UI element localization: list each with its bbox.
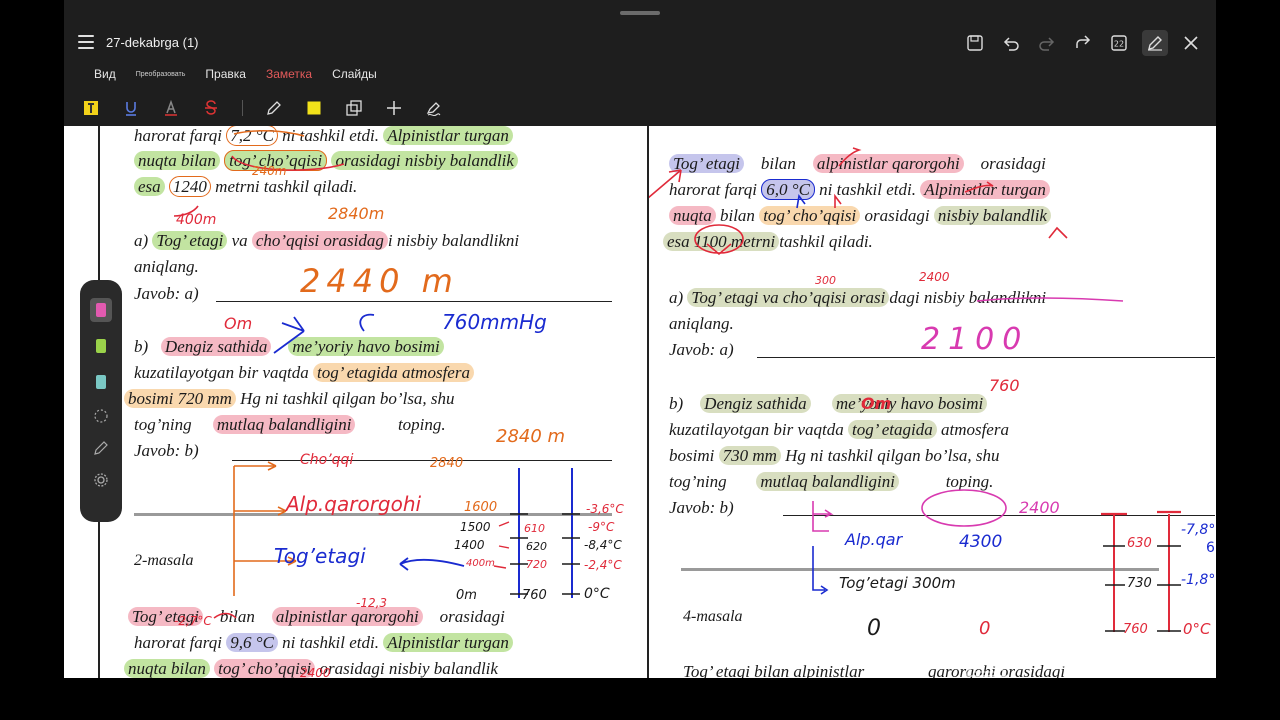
lasso-icon[interactable] (91, 406, 111, 426)
toolbar-separator (242, 100, 243, 116)
highlight-text-icon[interactable] (82, 99, 100, 117)
menu-slides[interactable]: Слайды (332, 67, 377, 81)
right-page[interactable]: Tog’ etagi bilan alpinistlar qarorgohi o… (649, 126, 1216, 678)
temperature-label: -9°C (588, 520, 615, 534)
signature-icon[interactable] (425, 99, 443, 117)
temperature-label: -1,8°C (1181, 572, 1216, 588)
shape-tool-icon[interactable] (345, 99, 363, 117)
menu-edit[interactable]: Правка (205, 67, 246, 81)
pressure-label: 720 (526, 558, 547, 571)
pressure-label: 760 (522, 588, 547, 603)
annotation: 2840 m (496, 426, 566, 447)
pressure-label: 620 (526, 540, 547, 553)
pressure-label: 630 (1127, 536, 1152, 551)
document-title: 27-dekabrga (1) (106, 35, 199, 50)
annotation: 2840m (328, 204, 385, 223)
menu-note[interactable]: Заметка (266, 67, 312, 81)
annotation: 300 (815, 274, 836, 287)
pen-tool-icon[interactable] (265, 99, 283, 117)
annotation: 760mmHg (442, 310, 547, 334)
elevation-label: 4300 (959, 532, 1003, 552)
menu-view[interactable]: Вид (94, 67, 116, 81)
annotation: 2400 (300, 666, 331, 678)
title-actions: 22 (962, 30, 1204, 56)
temperature-label: -2,4°C (584, 558, 622, 572)
answer-a-handwritten: 2440 m (300, 262, 459, 300)
annotation: Om (861, 394, 892, 413)
annotation: 240m (252, 164, 287, 178)
page-count-badge: 22 (1114, 40, 1124, 49)
temperature-label: -3,6°C (586, 502, 624, 516)
underline-icon[interactable] (122, 99, 140, 117)
label-tog-etagi: Tog’etagi (274, 544, 366, 568)
title-bar: 27-dekabrga (1) 22 (64, 26, 1216, 60)
undo-icon[interactable] (998, 30, 1024, 56)
annotation: 2840 (430, 456, 464, 471)
annotation: Om (224, 314, 253, 333)
temperature-label: 0°C (584, 586, 610, 602)
annotation: 0 (867, 616, 881, 641)
notes-app-window: 27-dekabrga (1) 22 Вид Преобразовать Пра… (64, 0, 1216, 678)
save-icon[interactable] (962, 30, 988, 56)
gear-icon[interactable] (91, 470, 111, 490)
temperature-label: -7,8°C (1181, 522, 1216, 538)
annotation: 6 (1206, 540, 1215, 556)
annotation: -12,3 (356, 596, 388, 610)
pressure-label: 760 (1123, 622, 1148, 637)
pink-pen-icon[interactable] (90, 298, 112, 322)
pen-palette (80, 280, 122, 522)
annotation-toolbar (64, 92, 1216, 124)
highlighter-tool-icon[interactable] (305, 99, 323, 117)
share-icon[interactable] (1070, 30, 1096, 56)
label-tog-etagi: Tog’etagi 300m (839, 574, 956, 592)
annotation: 2400 (1019, 498, 1060, 517)
close-icon[interactable] (1178, 30, 1204, 56)
pen-settings-icon[interactable] (91, 438, 111, 458)
add-icon[interactable] (385, 99, 403, 117)
annotation: -2,7°C (174, 614, 212, 628)
watermark-logo-icon (964, 640, 1008, 677)
text-color-icon[interactable] (162, 99, 180, 117)
green-pen-icon[interactable] (90, 334, 112, 358)
elevation-label: 1600 (464, 500, 498, 515)
left-page[interactable]: harorat farqi 7,2 °C ni tashkil etdi. Al… (64, 126, 647, 678)
temperature-label: 0°C (1183, 620, 1211, 638)
label-choqqi: Cho’qqi (300, 452, 354, 468)
elevation-label: 0m (456, 588, 477, 603)
annotation: 400m (176, 212, 217, 228)
handwriting-strokes (649, 147, 1181, 632)
label-alp-qarorgohi: Alp.qar (845, 530, 903, 549)
teal-pen-icon[interactable] (90, 370, 112, 394)
strikethrough-icon[interactable] (202, 99, 220, 117)
menu-bar: Вид Преобразовать Правка Заметка Слайды (64, 62, 397, 86)
temperature-label: -8,4°C (584, 538, 622, 552)
elevation-label: 1400 (454, 538, 485, 552)
menu-convert[interactable]: Преобразовать (136, 71, 186, 78)
drag-handle[interactable] (620, 11, 660, 15)
elevation-label: 400m (466, 558, 495, 569)
pressure-label: 730 (1127, 576, 1152, 591)
watermark-text: PRISM Live (1022, 638, 1135, 678)
page-count-icon[interactable]: 22 (1106, 30, 1132, 56)
elevation-label: 1500 (460, 520, 491, 534)
answer-a-handwritten: 2100 (921, 322, 1030, 357)
hamburger-menu-icon[interactable] (78, 35, 94, 49)
annotation: 760 (989, 376, 1020, 395)
annotation: 2400 (919, 270, 950, 284)
pen-mode-icon[interactable] (1142, 30, 1168, 56)
pressure-label: 610 (524, 522, 545, 535)
redo-icon[interactable] (1034, 30, 1060, 56)
label-alp-qarorgohi: Alp.qarorgohi (286, 492, 422, 516)
annotation: 0 (979, 618, 991, 639)
